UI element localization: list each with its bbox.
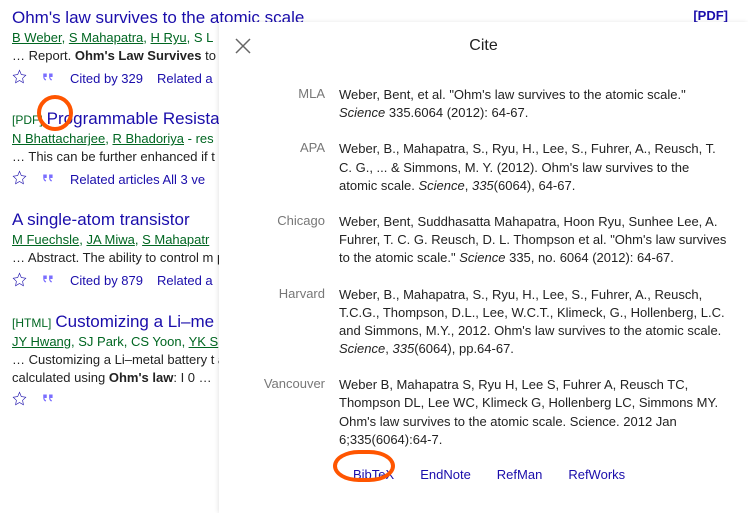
quote-icon[interactable] xyxy=(41,171,56,188)
related-link[interactable]: Related a xyxy=(157,71,213,86)
cite-row-chicago: Chicago Weber, Bent, Suddhasatta Mahapat… xyxy=(237,213,730,268)
star-icon[interactable] xyxy=(12,170,27,188)
cite-row-vancouver: Vancouver Weber B, Mahapatra S, Ryu H, L… xyxy=(237,376,730,449)
cite-row-harvard: Harvard Weber, B., Mahapatra, S., Ryu, H… xyxy=(237,286,730,359)
cited-by-link[interactable]: Cited by 329 xyxy=(70,71,143,86)
star-icon[interactable] xyxy=(12,272,27,290)
export-refworks[interactable]: RefWorks xyxy=(568,467,625,482)
result-prefix: [PDF] xyxy=(12,113,43,127)
export-links: BibTeX EndNote RefMan RefWorks xyxy=(237,467,730,482)
export-refman[interactable]: RefMan xyxy=(497,467,543,482)
export-bibtex[interactable]: BibTeX xyxy=(353,467,394,482)
result-title[interactable]: A single-atom transistor xyxy=(12,210,190,230)
cite-text[interactable]: Weber, B., Mahapatra, S., Ryu, H., Lee, … xyxy=(339,140,730,195)
cite-table: MLA Weber, Bent, et al. "Ohm's law survi… xyxy=(237,86,730,449)
cite-label: APA xyxy=(237,140,339,195)
quote-icon[interactable] xyxy=(41,70,56,87)
star-icon[interactable] xyxy=(12,69,27,87)
cite-modal-header: Cite xyxy=(237,22,730,70)
cite-label: Chicago xyxy=(237,213,339,268)
cite-modal: Cite MLA Weber, Bent, et al. "Ohm's law … xyxy=(219,22,748,513)
quote-icon[interactable] xyxy=(41,272,56,289)
cite-text[interactable]: Weber, Bent, et al. "Ohm's law survives … xyxy=(339,86,730,122)
pdf-badge[interactable]: [PDF] xyxy=(693,8,728,23)
cite-label: MLA xyxy=(237,86,339,122)
result-prefix: [HTML] xyxy=(12,316,51,330)
cited-by-link[interactable]: Cited by 879 xyxy=(70,273,143,288)
cite-modal-title: Cite xyxy=(469,37,497,55)
cite-text[interactable]: Weber, Bent, Suddhasatta Mahapatra, Hoon… xyxy=(339,213,730,268)
cite-label: Vancouver xyxy=(237,376,339,449)
cite-row-mla: MLA Weber, Bent, et al. "Ohm's law survi… xyxy=(237,86,730,122)
related-link[interactable]: Related articles All 3 ve xyxy=(70,172,205,187)
cite-row-apa: APA Weber, B., Mahapatra, S., Ryu, H., L… xyxy=(237,140,730,195)
close-icon[interactable] xyxy=(231,34,255,58)
result-title[interactable]: Programmable Resista xyxy=(47,109,220,129)
quote-icon[interactable] xyxy=(41,391,56,408)
export-endnote[interactable]: EndNote xyxy=(420,467,471,482)
cite-text[interactable]: Weber B, Mahapatra S, Ryu H, Lee S, Fuhr… xyxy=(339,376,730,449)
cite-label: Harvard xyxy=(237,286,339,359)
related-link[interactable]: Related a xyxy=(157,273,213,288)
cite-text[interactable]: Weber, B., Mahapatra, S., Ryu, H., Lee, … xyxy=(339,286,730,359)
star-icon[interactable] xyxy=(12,391,27,409)
